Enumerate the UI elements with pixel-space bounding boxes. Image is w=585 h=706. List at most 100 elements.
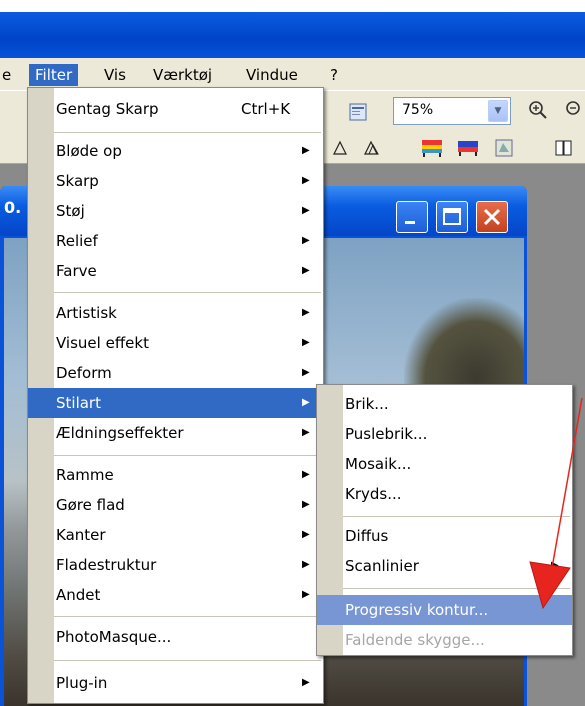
menu-item-kanter[interactable]: Kanter ▶ (28, 520, 323, 550)
menu-separator (343, 516, 570, 518)
menu-item-aeldningseffekter[interactable]: Ældningseffekter ▶ (28, 418, 323, 448)
minimize-button[interactable] (396, 201, 428, 233)
menu-item-label: Farve (56, 262, 97, 280)
menu-item-scanlinier[interactable]: Scanlinier ▶ (317, 551, 572, 581)
menu-item-mosaik[interactable]: Mosaik... (317, 449, 572, 479)
submenu-arrow-icon: ▶ (302, 337, 310, 348)
submenu-arrow-icon: ▶ (302, 235, 310, 246)
book-icon[interactable] (552, 136, 576, 160)
menu-item-label: PhotoMasque... (56, 628, 172, 646)
menu-item-label: Ramme (56, 466, 114, 484)
color-balance-icon[interactable] (420, 136, 444, 160)
submenu-arrow-icon: ▶ (302, 529, 310, 540)
menu-item-visuel-effekt[interactable]: Visuel effekt ▶ (28, 328, 323, 358)
menu-item-andet[interactable]: Andet ▶ (28, 580, 323, 610)
menu-item-label: Brik... (345, 395, 389, 413)
layout-icon[interactable] (346, 100, 370, 124)
menu-item-label: Artistisk (56, 304, 117, 322)
menu-item-goere-flad[interactable]: Gøre flad ▶ (28, 490, 323, 520)
submenu-arrow-icon: ▶ (302, 559, 310, 570)
menu-item-fladestruktur[interactable]: Fladestruktur ▶ (28, 550, 323, 580)
menu-item-photomasque[interactable]: PhotoMasque... (28, 622, 323, 652)
menu-item-label: Relief (56, 232, 98, 250)
menu-item-artistisk[interactable]: Artistisk ▶ (28, 298, 323, 328)
menu-item-puslebrik[interactable]: Puslebrik... (317, 419, 572, 449)
menu-item-label: Andet (56, 586, 101, 604)
submenu-arrow-icon: ▶ (302, 427, 310, 438)
menu-file-partial[interactable]: e (0, 64, 17, 86)
menu-item-label: Gentag Skarp (56, 100, 159, 118)
menu-vaerktoej[interactable]: Værktøj (147, 64, 218, 86)
menu-item-stoej[interactable]: Støj ▶ (28, 196, 323, 226)
menu-item-label: Diffus (345, 527, 389, 545)
menu-separator (343, 588, 570, 590)
zoom-in-icon[interactable] (526, 98, 550, 122)
triangle-double-icon[interactable] (360, 136, 384, 160)
submenu-arrow-icon: ▶ (302, 265, 310, 276)
menu-item-label: Faldende skygge... (345, 631, 485, 649)
menu-vis[interactable]: Vis (98, 64, 132, 86)
menu-item-label: Visuel effekt (56, 334, 149, 352)
menu-item-label: Ældningseffekter (56, 424, 184, 442)
menu-item-label: Støj (56, 202, 85, 220)
zoom-out-icon[interactable] (563, 98, 585, 122)
menu-item-skarp[interactable]: Skarp ▶ (28, 166, 323, 196)
menu-separator (54, 616, 321, 618)
stilart-submenu: Brik... Puslebrik... Mosaik... Kryds... … (316, 384, 573, 656)
menu-item-label: Scanlinier (345, 557, 419, 575)
menu-item-progressiv-kontur[interactable]: Progressiv kontur... (317, 595, 572, 625)
menu-item-kryds[interactable]: Kryds... (317, 479, 572, 509)
menu-item-label: Bløde op (56, 142, 122, 160)
minimize-icon (405, 221, 415, 224)
menu-item-label: Skarp (56, 172, 99, 190)
menu-item-brik[interactable]: Brik... (317, 389, 572, 419)
submenu-arrow-icon: ▶ (302, 499, 310, 510)
menu-vindue[interactable]: Vindue (240, 64, 304, 86)
menu-item-relief[interactable]: Relief ▶ (28, 226, 323, 256)
menu-item-label: Mosaik... (345, 455, 412, 473)
submenu-arrow-icon: ▶ (551, 560, 559, 571)
menu-item-label: Gøre flad (56, 496, 125, 514)
menu-item-label: Stilart (56, 394, 101, 412)
menu-item-faldende-skygge: Faldende skygge... (317, 625, 572, 655)
menu-item-stilart[interactable]: Stilart ▶ (28, 388, 323, 418)
submenu-arrow-icon: ▶ (302, 677, 310, 688)
triangle-outline-icon[interactable] (328, 136, 352, 160)
menu-item-label: Fladestruktur (56, 556, 157, 574)
menu-bar: e Filter Vis Værktøj Vindue ? (0, 58, 585, 90)
menu-item-deform[interactable]: Deform ▶ (28, 358, 323, 388)
menu-item-ramme[interactable]: Ramme ▶ (28, 460, 323, 490)
menu-item-label: Progressiv kontur... (345, 601, 489, 619)
menu-item-label: Kryds... (345, 485, 402, 503)
close-button[interactable] (476, 201, 508, 233)
menu-item-label: Deform (56, 364, 112, 382)
menu-item-bloede-op[interactable]: Bløde op ▶ (28, 136, 323, 166)
filter-menu: Gentag Skarp Ctrl+K Bløde op ▶ Skarp ▶ S… (27, 87, 324, 704)
menu-item-plug-in[interactable]: Plug-in ▶ (28, 668, 323, 698)
maximize-button[interactable] (436, 201, 468, 233)
submenu-arrow-icon: ▶ (302, 469, 310, 480)
submenu-arrow-icon: ▶ (302, 367, 310, 378)
submenu-arrow-icon: ▶ (302, 589, 310, 600)
channel-mixer-icon[interactable] (456, 136, 480, 160)
submenu-arrow-icon: ▶ (302, 397, 310, 408)
app-title-bar (0, 0, 585, 58)
menu-item-label: Puslebrik... (345, 425, 428, 443)
submenu-arrow-icon: ▶ (302, 307, 310, 318)
menu-item-label: Plug-in (56, 674, 108, 692)
submenu-arrow-icon: ▶ (302, 145, 310, 156)
document-title: 0. (4, 198, 22, 217)
menu-filter[interactable]: Filter (29, 64, 79, 86)
menu-item-gentag-skarp[interactable]: Gentag Skarp Ctrl+K (28, 94, 323, 124)
zoom-value: 75% (402, 102, 434, 118)
menu-item-diffus[interactable]: Diffus (317, 521, 572, 551)
menu-item-farve[interactable]: Farve ▶ (28, 256, 323, 286)
menu-separator (54, 132, 321, 134)
zoom-select[interactable]: 75% ▼ (393, 97, 511, 125)
submenu-arrow-icon: ▶ (302, 175, 310, 186)
close-icon (483, 208, 501, 226)
menu-help[interactable]: ? (324, 64, 344, 86)
menu-separator (54, 455, 321, 457)
mask-icon[interactable] (492, 136, 516, 160)
chevron-down-icon[interactable]: ▼ (488, 100, 508, 122)
